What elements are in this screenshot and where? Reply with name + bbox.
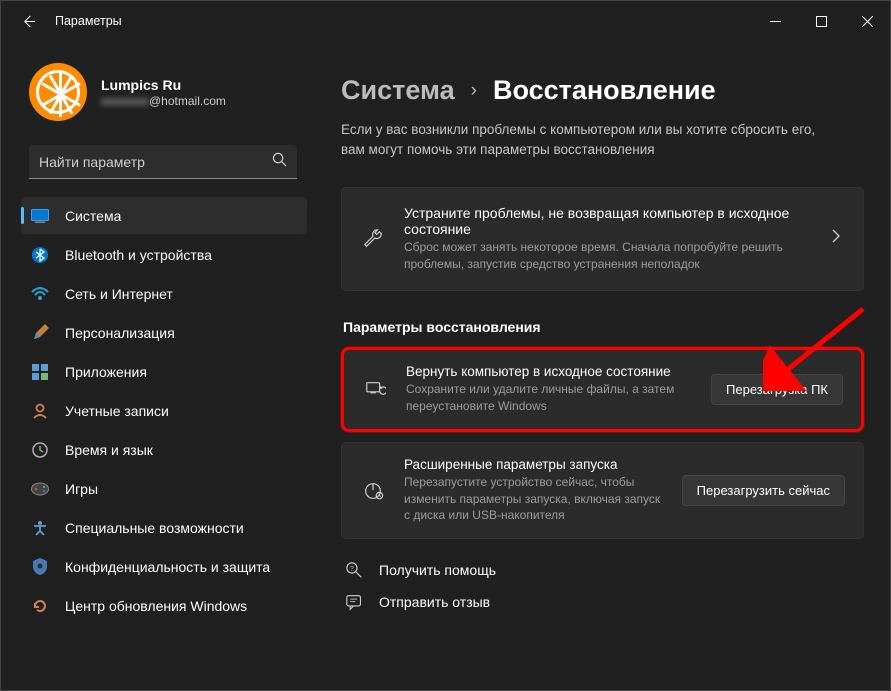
gaming-icon <box>31 480 49 498</box>
option-title: Расширенные параметры запуска <box>404 457 664 472</box>
minimize-button[interactable] <box>752 5 798 37</box>
avatar <box>29 63 87 121</box>
profile-email: xxxxxxxx@hotmail.com <box>101 94 226 108</box>
sidebar-item-label: Конфиденциальность и защита <box>65 559 270 575</box>
accounts-icon <box>31 402 49 420</box>
troubleshoot-card[interactable]: Устраните проблемы, не возвращая компьют… <box>341 187 864 292</box>
bluetooth-icon <box>31 246 49 264</box>
accessibility-icon <box>31 519 49 537</box>
sidebar-item-accounts[interactable]: Учетные записи <box>21 392 307 429</box>
back-button[interactable] <box>19 12 37 30</box>
get-help-link[interactable]: ? Получить помощь <box>345 561 864 579</box>
sidebar-item-time[interactable]: Время и язык <box>21 431 307 468</box>
maximize-button[interactable] <box>798 5 844 37</box>
advanced-startup-card: Расширенные параметры запуска Перезапуст… <box>341 442 864 539</box>
power-icon <box>360 478 386 504</box>
sidebar-item-update[interactable]: Центр обновления Windows <box>21 587 307 624</box>
intro-text: Если у вас возникли проблемы с компьютер… <box>341 120 841 161</box>
sidebar-item-privacy[interactable]: Конфиденциальность и защита <box>21 548 307 585</box>
wrench-icon <box>360 226 386 252</box>
sidebar-item-apps[interactable]: Приложения <box>21 353 307 390</box>
search-icon <box>272 152 287 172</box>
titlebar: Параметры <box>1 1 890 41</box>
feedback-icon <box>345 593 363 611</box>
restart-now-button[interactable]: Перезагрузить сейчас <box>682 475 845 506</box>
main-panel: Система › Восстановление Если у вас возн… <box>317 41 890 690</box>
sidebar-item-label: Игры <box>65 481 98 497</box>
sidebar-item-system[interactable]: Система <box>21 197 307 234</box>
option-subtitle: Сохраните или удалите личные файлы, а за… <box>406 381 693 415</box>
section-title: Параметры восстановления <box>343 319 864 335</box>
breadcrumb-parent[interactable]: Система <box>341 75 455 106</box>
feedback-link[interactable]: Отправить отзыв <box>345 593 864 611</box>
window-controls <box>752 5 890 37</box>
breadcrumb: Система › Восстановление <box>341 75 864 106</box>
apps-icon <box>31 363 49 381</box>
window-title: Параметры <box>55 14 122 28</box>
card-title: Устраните проблемы, не возвращая компьют… <box>404 205 813 237</box>
sidebar-item-bluetooth[interactable]: Bluetooth и устройства <box>21 236 307 273</box>
chevron-right-icon <box>831 229 845 248</box>
help-icon: ? <box>345 561 363 579</box>
nav-list: Система Bluetooth и устройства Сеть и Ин… <box>11 197 307 624</box>
sidebar-item-label: Система <box>65 208 121 224</box>
card-subtitle: Сброс может занять некоторое время. Снач… <box>404 239 813 274</box>
svg-text:?: ? <box>350 565 354 572</box>
time-icon <box>31 441 49 459</box>
network-icon <box>31 285 49 303</box>
footer-links: ? Получить помощь Отправить отзыв <box>341 561 864 611</box>
option-subtitle: Перезапустите устройство сейчас, чтобы и… <box>404 474 664 524</box>
sidebar-item-label: Персонализация <box>65 325 175 341</box>
chevron-right-icon: › <box>471 80 477 102</box>
sidebar-item-gaming[interactable]: Игры <box>21 470 307 507</box>
sidebar-item-network[interactable]: Сеть и Интернет <box>21 275 307 312</box>
link-label: Отправить отзыв <box>379 594 490 610</box>
search-input[interactable] <box>39 154 272 170</box>
reset-pc-button[interactable]: Перезагрузка ПК <box>711 374 843 405</box>
sidebar-item-label: Специальные возможности <box>65 520 244 536</box>
link-label: Получить помощь <box>379 562 496 578</box>
update-icon <box>31 597 49 615</box>
sidebar-item-accessibility[interactable]: Специальные возможности <box>21 509 307 546</box>
reset-icon <box>362 377 388 403</box>
sidebar-item-label: Время и язык <box>65 442 153 458</box>
profile-name: Lumpics Ru <box>101 77 226 93</box>
sidebar-item-personalization[interactable]: Персонализация <box>21 314 307 351</box>
sidebar-item-label: Приложения <box>65 364 147 380</box>
close-button[interactable] <box>844 5 890 37</box>
personalization-icon <box>31 324 49 342</box>
sidebar-item-label: Сеть и Интернет <box>65 286 173 302</box>
profile-block[interactable]: Lumpics Ru xxxxxxxx@hotmail.com <box>11 41 307 139</box>
sidebar-item-label: Центр обновления Windows <box>65 598 247 614</box>
page-title: Восстановление <box>493 75 716 106</box>
sidebar-item-label: Bluetooth и устройства <box>65 247 212 263</box>
option-title: Вернуть компьютер в исходное состояние <box>406 364 693 379</box>
search-box[interactable] <box>29 145 297 179</box>
privacy-icon <box>31 558 49 576</box>
sidebar: Lumpics Ru xxxxxxxx@hotmail.com Система … <box>1 41 317 690</box>
reset-pc-card: Вернуть компьютер в исходное состояние С… <box>341 347 864 432</box>
sidebar-item-label: Учетные записи <box>65 403 169 419</box>
system-icon <box>31 207 49 225</box>
